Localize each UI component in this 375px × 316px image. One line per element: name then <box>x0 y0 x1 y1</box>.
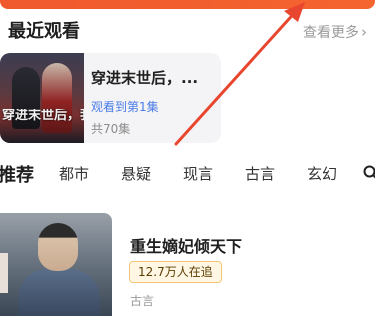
poster-side-strip <box>0 253 8 293</box>
category-tabs: 推荐 都市 悬疑 现言 古言 玄幻 <box>0 163 375 189</box>
poster-figure-robe <box>18 269 100 316</box>
top-banner[interactable] <box>0 0 375 9</box>
tab-modern-romance[interactable]: 现言 <box>183 163 213 184</box>
tab-suspense[interactable]: 悬疑 <box>121 163 151 184</box>
poster-title-art: 穿进末世后，我被囚禁了 <box>2 109 84 123</box>
recent-poster-image: 穿进末世后，我被囚禁了 <box>0 53 84 143</box>
recent-drama-title: 穿进末世后，... <box>91 69 199 87</box>
tab-ancient-romance[interactable]: 古言 <box>245 163 275 184</box>
tab-fantasy[interactable]: 玄幻 <box>307 163 337 184</box>
heat-badge: 12.7万人在追 <box>129 261 222 283</box>
recent-watch-card[interactable]: 穿进末世后，我被囚禁了 穿进末世后，... 观看到第1集 共70集 <box>0 53 221 143</box>
section-title-recent: 最近观看 <box>8 21 80 42</box>
feature-genre-tag: 古言 <box>130 294 155 308</box>
poster-figure-face <box>38 223 78 271</box>
search-icon[interactable] <box>363 165 375 181</box>
feature-poster-image[interactable] <box>0 213 112 316</box>
see-more-link[interactable]: 查看更多 › <box>303 22 367 42</box>
tab-recommend[interactable]: 推荐 <box>0 161 34 187</box>
recent-episode-count: 共70集 <box>91 122 131 136</box>
feature-drama-title[interactable]: 重生嫡妃倾天下 <box>130 233 242 257</box>
tab-urban[interactable]: 都市 <box>59 163 89 184</box>
chevron-right-icon: › <box>361 23 367 41</box>
see-more-label: 查看更多 <box>303 25 359 41</box>
recent-progress-text: 观看到第1集 <box>91 100 159 114</box>
